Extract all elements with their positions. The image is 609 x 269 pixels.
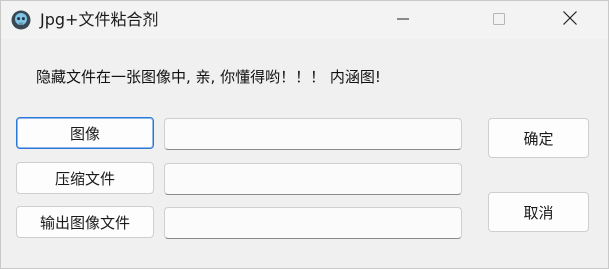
close-button[interactable] <box>547 1 593 39</box>
close-icon <box>562 10 578 30</box>
select-archive-button[interactable]: 压缩文件 <box>16 162 154 194</box>
minimize-icon <box>396 11 410 30</box>
maximize-button[interactable] <box>476 1 522 39</box>
skull-icon <box>11 10 31 30</box>
description-label: 隐藏文件在一张图像中, 亲, 你懂得哟！！！ 内涵图! <box>36 68 381 86</box>
window-title: Jpg+文件粘合剂 <box>40 10 159 29</box>
maximize-icon <box>492 11 506 30</box>
output-path-field[interactable] <box>164 207 462 239</box>
select-image-button[interactable]: 图像 <box>16 117 154 149</box>
output-image-button[interactable]: 输出图像文件 <box>16 206 154 238</box>
image-path-field[interactable] <box>164 118 462 150</box>
ok-button[interactable]: 确定 <box>488 118 589 158</box>
title-bar[interactable]: Jpg+文件粘合剂 <box>1 1 608 39</box>
archive-path-field[interactable] <box>164 163 462 195</box>
app-window: Jpg+文件粘合剂 隐藏文件在一张图像中, 亲, 你懂得哟！！！ 内涵图! 图像… <box>0 0 609 269</box>
cancel-button[interactable]: 取消 <box>488 192 589 232</box>
minimize-button[interactable] <box>380 1 426 39</box>
